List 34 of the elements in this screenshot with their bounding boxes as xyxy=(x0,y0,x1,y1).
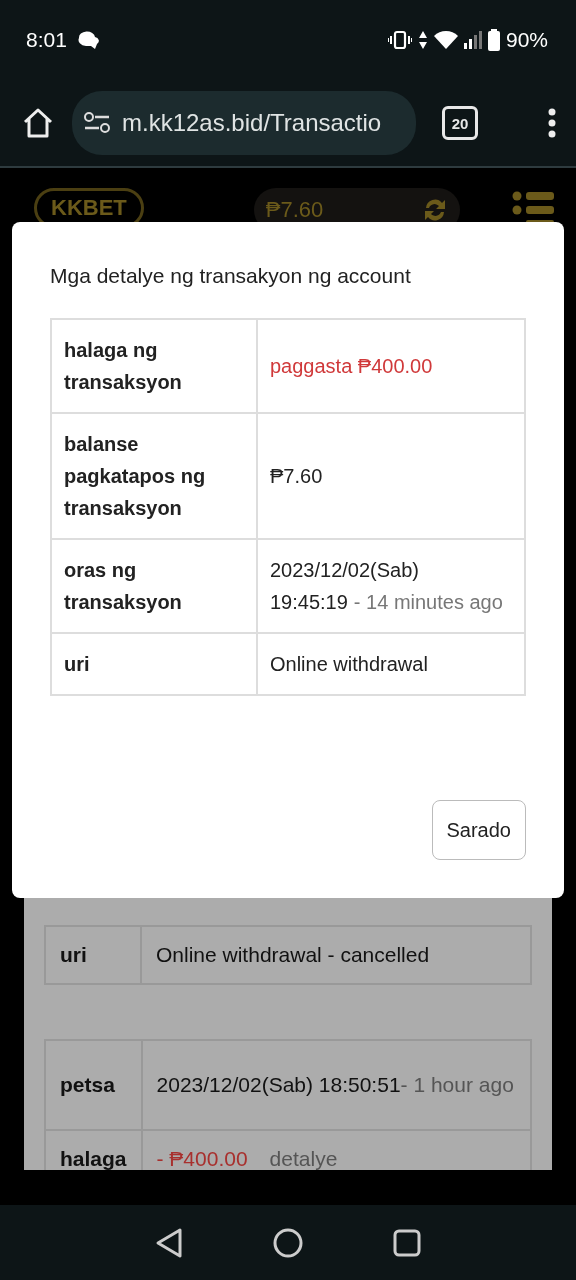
field-value: Online withdrawal - cancelled xyxy=(141,926,531,984)
field-label: uri xyxy=(45,926,141,984)
home-icon[interactable] xyxy=(22,107,54,139)
clock-time: 8:01 xyxy=(26,28,67,52)
signal-icon xyxy=(463,30,482,50)
more-menu-icon[interactable] xyxy=(548,108,556,138)
recents-square-icon[interactable] xyxy=(392,1227,422,1258)
dialog-title: Mga detalye ng transakyon ng account xyxy=(50,264,412,288)
close-button[interactable]: Sarado xyxy=(431,800,526,860)
wifi-icon xyxy=(433,30,458,50)
address-bar[interactable]: m.kk12as.bid/Transactio xyxy=(72,91,416,155)
field-value: ₱7.60 xyxy=(257,413,525,539)
field-label: oras ng transaksyon xyxy=(51,539,257,633)
field-value: 2023/12/02(Sab) 18:50:51- 1 hour ago xyxy=(141,1040,531,1130)
field-value: paggasta ₱400.00 xyxy=(257,319,525,413)
url-text: m.kk12as.bid/Transactio xyxy=(122,109,382,137)
amount-text: - ₱400.00 xyxy=(156,1147,248,1170)
field-label: petsa xyxy=(45,1040,142,1130)
field-label: uri xyxy=(51,633,257,695)
battery-percent: 90% xyxy=(505,28,548,52)
home-circle-icon[interactable] xyxy=(272,1226,304,1259)
field-value: Online withdrawal xyxy=(257,633,525,695)
field-label: halaga xyxy=(45,1130,142,1170)
tab-count-button[interactable]: 20 xyxy=(442,106,478,140)
field-label: balanse pagkatapos ng transaksyon xyxy=(51,413,257,539)
battery-icon xyxy=(487,29,500,51)
data-arrows-icon xyxy=(417,30,428,50)
field-label: halaga ng transaksyon xyxy=(51,319,257,413)
chat-bubble-icon xyxy=(76,30,99,50)
balance-amount: ₱7.60 xyxy=(265,197,324,223)
vibrate-icon xyxy=(387,30,412,50)
site-settings-icon[interactable] xyxy=(84,112,110,134)
field-value: 2023/12/02(Sab) 19:45:19 - 14 minutes ago xyxy=(257,539,525,633)
back-icon[interactable] xyxy=(154,1226,184,1259)
